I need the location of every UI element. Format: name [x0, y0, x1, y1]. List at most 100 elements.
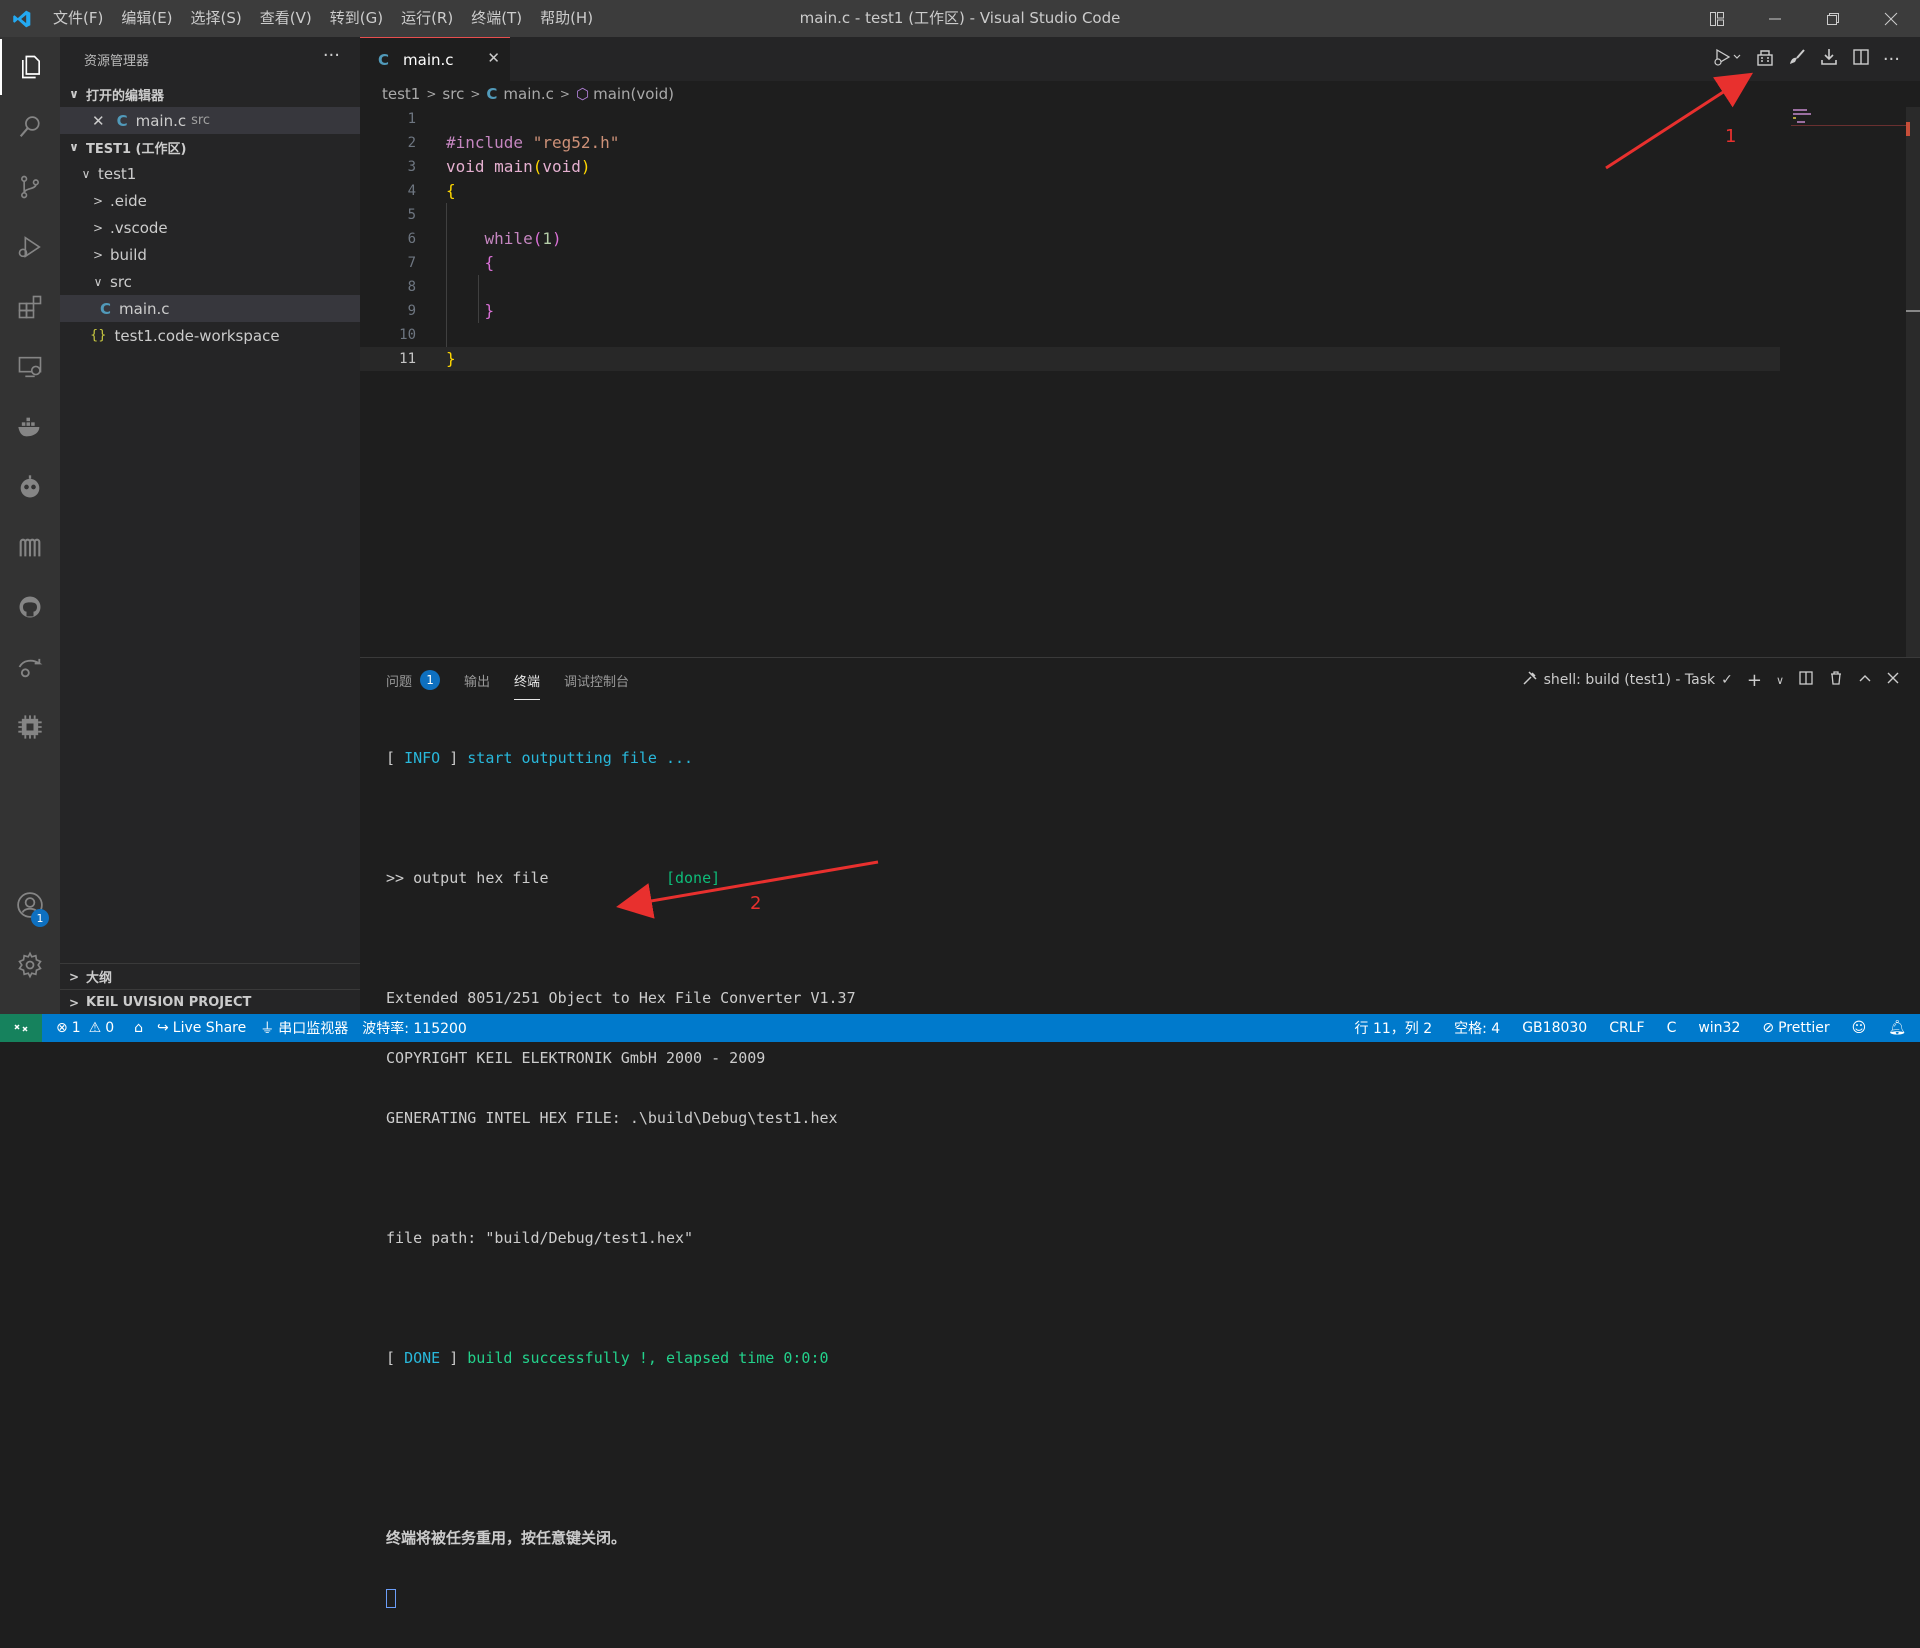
chevron-down-icon[interactable]: ∨: [1776, 674, 1784, 687]
language-mode[interactable]: C: [1667, 1020, 1677, 1036]
menu-run[interactable]: 运行(R): [392, 0, 462, 37]
new-terminal-icon[interactable]: +: [1747, 670, 1762, 691]
tree-item-vscode[interactable]: > .vscode: [60, 214, 360, 241]
menu-bar: 文件(F) 编辑(E) 选择(S) 查看(V) 转到(G) 运行(R) 终端(T…: [44, 0, 602, 37]
chevron-down-icon: ∨: [81, 166, 91, 181]
encoding[interactable]: GB18030: [1522, 1020, 1587, 1036]
breadcrumb-symbol[interactable]: main(void): [593, 85, 674, 103]
function-name: main: [494, 157, 533, 176]
remote-explorer-icon[interactable]: [0, 339, 60, 395]
vertical-scrollbar[interactable]: [1906, 107, 1920, 657]
menu-file[interactable]: 文件(F): [44, 0, 112, 37]
close-window-icon[interactable]: [1862, 0, 1920, 37]
github-icon[interactable]: [0, 579, 60, 635]
chevron-right-icon: >: [426, 87, 437, 101]
more-actions-icon[interactable]: ···: [1883, 49, 1900, 70]
code-editor[interactable]: 1 2 #include "reg52.h" 3 void main(void) 4…: [360, 107, 1780, 371]
maximize-panel-icon[interactable]: [1858, 671, 1872, 689]
tab-output[interactable]: 输出: [464, 671, 490, 690]
platform[interactable]: win32: [1698, 1020, 1740, 1036]
code-line: 3 void main(void): [360, 155, 1780, 179]
trash-icon[interactable]: [1828, 670, 1844, 690]
open-editor-item[interactable]: ✕ C main.c src: [60, 107, 360, 134]
tab-debug-console[interactable]: 调试控制台: [564, 671, 629, 690]
breadcrumb-folder[interactable]: test1: [382, 85, 420, 103]
baud-rate-status[interactable]: 波特率: 115200: [362, 1018, 467, 1038]
build-icon[interactable]: [1755, 47, 1775, 71]
split-terminal-icon[interactable]: [1798, 670, 1814, 690]
clean-brush-icon[interactable]: [1787, 47, 1807, 71]
activity-bar: 1: [0, 37, 60, 1014]
editor-actions: ···: [1713, 37, 1900, 81]
breadcrumb-subfolder[interactable]: src: [442, 85, 464, 103]
tree-item-build[interactable]: > build: [60, 241, 360, 268]
while-condition: 1: [542, 229, 552, 248]
breadcrumb-file[interactable]: main.c: [503, 85, 554, 103]
menu-help[interactable]: 帮助(H): [531, 0, 602, 37]
minimize-icon[interactable]: [1746, 0, 1804, 37]
run-debug-icon[interactable]: [0, 219, 60, 275]
close-panel-icon[interactable]: [1886, 671, 1900, 689]
menu-selection[interactable]: 选择(S): [182, 0, 251, 37]
prettier-status[interactable]: ⊘ Prettier: [1762, 1020, 1829, 1036]
settings-gear-icon[interactable]: [0, 937, 60, 993]
eide-icon[interactable]: [0, 519, 60, 575]
serial-monitor-status[interactable]: ⏚ 串口监视器: [260, 1018, 348, 1038]
menu-view[interactable]: 查看(V): [251, 0, 321, 37]
tree-item-test1[interactable]: ∨ test1: [60, 160, 360, 187]
chevron-right-icon: >: [470, 87, 481, 101]
restore-icon[interactable]: [1804, 0, 1862, 37]
tab-terminal[interactable]: 终端: [514, 671, 541, 700]
chevron-right-icon: >: [68, 969, 80, 984]
remote-indicator-icon[interactable]: [0, 1014, 42, 1042]
download-program-icon[interactable]: [1819, 47, 1839, 71]
minimap[interactable]: [1791, 107, 1906, 167]
terminal-line: Extended 8051/251 Object to Hex File Con…: [386, 989, 856, 1007]
tree-item-src[interactable]: ∨ src: [60, 268, 360, 295]
indentation[interactable]: 空格: 4: [1454, 1018, 1500, 1038]
end-of-line[interactable]: CRLF: [1609, 1020, 1644, 1036]
split-editor-icon[interactable]: [1851, 47, 1871, 71]
prettier-off-icon: ⊘: [1762, 1020, 1775, 1036]
menu-go[interactable]: 转到(G): [321, 0, 392, 37]
live-share-icon[interactable]: [0, 639, 60, 695]
chip-icon[interactable]: [0, 699, 60, 755]
tree-item-workspace-file[interactable]: {} test1.code-workspace: [60, 322, 360, 349]
terminal-output[interactable]: [ INFO ] start outputting file ... >> ou…: [386, 708, 856, 1648]
warning-count: 0: [105, 1020, 115, 1036]
menu-edit[interactable]: 编辑(E): [112, 0, 181, 37]
platformio-icon[interactable]: [0, 459, 60, 515]
tab-main-c[interactable]: C main.c ✕: [360, 37, 510, 81]
outline-section[interactable]: > 大纲: [60, 963, 360, 989]
layout-icon[interactable]: [1688, 0, 1746, 37]
problems-status[interactable]: ⊗ 1 ⚠ 0: [56, 1020, 114, 1036]
notifications-bell-icon[interactable]: 🔔︎: [1888, 1020, 1906, 1036]
run-dropdown-icon[interactable]: [1713, 47, 1743, 71]
more-actions-icon[interactable]: ···: [323, 45, 340, 66]
live-share-status[interactable]: ↪ Live Share: [157, 1020, 246, 1036]
extensions-icon[interactable]: [0, 279, 60, 335]
cursor-position[interactable]: 行 11，列 2: [1355, 1018, 1433, 1038]
terminal-task-selector[interactable]: shell: build (test1) - Task ✓: [1522, 670, 1733, 690]
home-icon[interactable]: ⌂: [134, 1020, 143, 1036]
chevron-right-icon: >: [92, 193, 104, 208]
explorer-icon[interactable]: [0, 39, 60, 95]
workspace-label: TEST1 (工作区): [86, 141, 187, 157]
tree-item-eide[interactable]: > .eide: [60, 187, 360, 214]
editor-tabs: C main.c ✕ ···: [360, 37, 1920, 81]
keil-section[interactable]: > KEIL UVISION PROJECT: [60, 989, 360, 1015]
tree-item-label: test1.code-workspace: [114, 326, 280, 345]
open-editors-section[interactable]: ∨ 打开的编辑器: [60, 81, 360, 107]
docker-icon[interactable]: [0, 399, 60, 455]
close-editor-icon[interactable]: ✕: [92, 112, 105, 130]
feedback-icon[interactable]: ☺: [1852, 1020, 1867, 1036]
source-control-icon[interactable]: [0, 159, 60, 215]
workspace-section[interactable]: ∨ TEST1 (工作区): [60, 134, 360, 160]
menu-terminal[interactable]: 终端(T): [462, 0, 531, 37]
tab-problems[interactable]: 问题 1: [386, 670, 441, 690]
tree-item-main-c[interactable]: C main.c: [60, 295, 360, 322]
accounts-icon[interactable]: 1: [0, 877, 60, 933]
search-icon[interactable]: [0, 99, 60, 155]
terminal-line: COPYRIGHT KEIL ELEKTRONIK GmbH 2000 - 20…: [386, 1049, 766, 1067]
close-tab-icon[interactable]: ✕: [487, 49, 500, 67]
